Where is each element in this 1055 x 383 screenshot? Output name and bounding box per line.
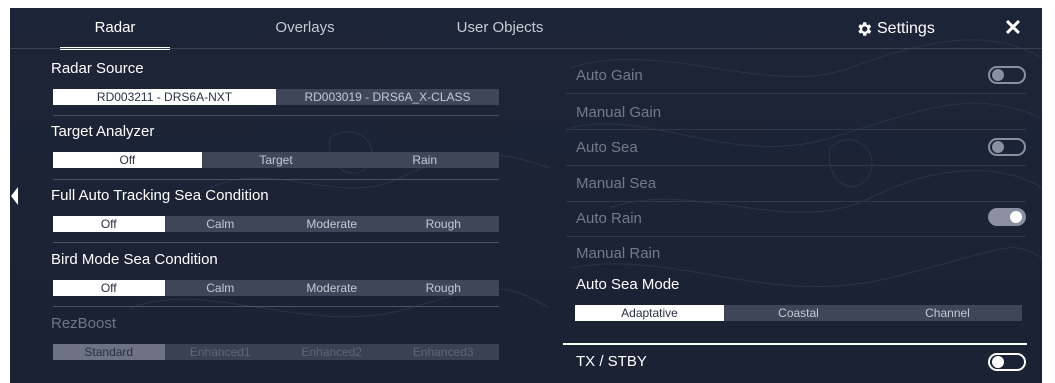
target-analyzer-option[interactable]: Rain — [350, 152, 499, 168]
target-analyzer-selector: Off Target Rain — [53, 152, 499, 168]
bird-mode-option[interactable]: Rough — [388, 280, 500, 296]
auto-gain-label: Auto Gain — [576, 67, 643, 84]
full-auto-tracking-option[interactable]: Calm — [165, 216, 277, 232]
target-analyzer-option[interactable]: Off — [53, 152, 202, 168]
settings-button[interactable]: Settings — [855, 18, 935, 40]
close-icon[interactable]: ✕ — [1000, 15, 1026, 41]
auto-sea-mode-option[interactable]: Adaptative — [575, 305, 724, 321]
manual-gain-label: Manual Gain — [576, 104, 662, 121]
full-auto-tracking-option[interactable]: Moderate — [276, 216, 388, 232]
bird-mode-selector: Off Calm Moderate Rough — [53, 280, 499, 296]
auto-gain-toggle[interactable] — [988, 66, 1026, 84]
tab-radar[interactable]: Radar — [60, 8, 170, 50]
auto-sea-mode-selector: Adaptative Coastal Channel — [575, 305, 1022, 321]
full-auto-tracking-label: Full Auto Tracking Sea Condition — [51, 187, 269, 204]
bird-mode-option[interactable]: Calm — [165, 280, 277, 296]
section-divider — [53, 306, 499, 307]
auto-sea-mode-label: Auto Sea Mode — [576, 276, 680, 293]
chevron-left-icon[interactable] — [11, 187, 18, 205]
radar-settings-panel: Radar Overlays User Objects Settings ✕ R… — [10, 8, 1042, 383]
tab-overlays[interactable]: Overlays — [250, 8, 360, 48]
manual-sea-label: Manual Sea — [576, 175, 657, 192]
rezboost-option: Enhanced3 — [412, 345, 474, 359]
bird-mode-label: Bird Mode Sea Condition — [51, 251, 218, 268]
rezboost-option: Standard — [53, 344, 165, 360]
full-auto-tracking-option[interactable]: Rough — [388, 216, 500, 232]
rezboost-label: RezBoost — [51, 315, 117, 332]
full-auto-tracking-option[interactable]: Off — [53, 216, 165, 232]
tx-stby-toggle[interactable] — [988, 353, 1026, 371]
tab-bar-divider — [10, 48, 1042, 49]
gear-icon — [858, 22, 872, 36]
tab-radar-label: Radar — [94, 19, 136, 36]
tx-section-divider — [563, 343, 1027, 345]
auto-sea-toggle[interactable] — [988, 138, 1026, 156]
toggle-knob — [992, 141, 1004, 153]
radar-source-label: Radar Source — [51, 60, 144, 77]
row-divider — [566, 165, 1026, 166]
tab-user-objects[interactable]: User Objects — [440, 8, 560, 48]
auto-sea-mode-option[interactable]: Channel — [873, 305, 1022, 321]
settings-label: Settings — [877, 20, 935, 37]
bird-mode-option[interactable]: Moderate — [276, 280, 388, 296]
manual-rain-label: Manual Rain — [576, 245, 661, 262]
target-analyzer-option[interactable]: Target — [202, 152, 351, 168]
rezboost-option: Enhanced1 — [189, 345, 251, 359]
radar-source-option[interactable]: RD003211 - DRS6A-NXT — [53, 89, 276, 105]
rezboost-selector: Standard Enhanced1 Enhanced2 Enhanced3 — [53, 344, 499, 360]
toggle-knob — [1010, 211, 1022, 223]
radar-source-selector: RD003211 - DRS6A-NXT RD003019 - DRS6A_X-… — [53, 89, 499, 105]
auto-sea-mode-option[interactable]: Coastal — [724, 305, 873, 321]
row-divider — [566, 129, 1026, 130]
row-divider — [566, 201, 1026, 202]
toggle-knob — [992, 356, 1004, 368]
tab-user-objects-label: User Objects — [456, 19, 544, 36]
tx-stby-label: TX / STBY — [576, 353, 647, 370]
target-analyzer-label: Target Analyzer — [51, 123, 155, 140]
auto-rain-toggle[interactable] — [988, 208, 1026, 226]
row-divider — [566, 93, 1026, 94]
row-divider — [566, 236, 1026, 237]
full-auto-tracking-selector: Off Calm Moderate Rough — [53, 216, 499, 232]
section-divider — [53, 179, 499, 180]
section-divider — [53, 242, 499, 243]
section-divider — [53, 115, 499, 116]
bird-mode-option[interactable]: Off — [53, 280, 165, 296]
auto-rain-label: Auto Rain — [576, 210, 642, 227]
radar-source-option[interactable]: RD003019 - DRS6A_X-CLASS — [276, 89, 499, 105]
tab-overlays-label: Overlays — [275, 19, 335, 36]
toggle-knob — [992, 69, 1004, 81]
auto-sea-label: Auto Sea — [576, 139, 638, 156]
rezboost-option: Enhanced2 — [301, 345, 363, 359]
